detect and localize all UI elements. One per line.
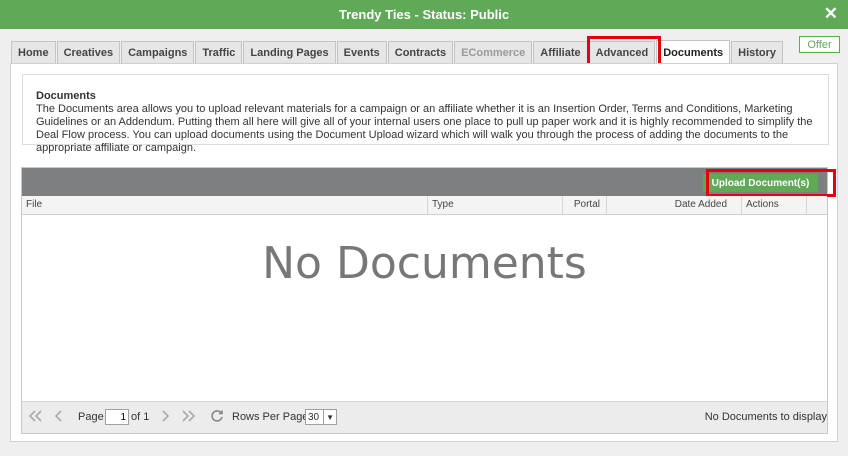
column-header-actions: Actions	[742, 196, 807, 214]
refresh-button[interactable]	[210, 402, 224, 432]
description-title: Documents	[36, 90, 96, 102]
tab-documents[interactable]: Documents	[656, 40, 731, 64]
column-header-file[interactable]: File	[22, 196, 428, 214]
tab-campaigns[interactable]: Campaigns	[121, 41, 195, 63]
rows-per-page-value: 30	[308, 411, 320, 423]
page-count-label: of 1	[131, 411, 150, 423]
grid-header: File Type Portal Date Added Actions	[22, 196, 827, 215]
last-page-button[interactable]	[180, 402, 196, 432]
tab-creatives[interactable]: Creatives	[56, 41, 121, 63]
first-page-button[interactable]	[28, 402, 44, 432]
prev-page-button[interactable]	[54, 402, 64, 432]
tab-home[interactable]: Home	[11, 41, 56, 63]
documents-grid: Upload Document(s) File Type Portal Date…	[21, 167, 836, 434]
tab-history[interactable]: History	[731, 41, 784, 63]
description-box: Documents The Documents area allows you …	[22, 74, 829, 154]
description-body: The Documents area allows you to upload …	[36, 103, 813, 154]
double-chevron-left-icon	[28, 409, 44, 425]
offer-badge: Offer	[799, 36, 840, 53]
rows-per-page-field[interactable]: 30 ▼	[305, 402, 338, 432]
page-label: Page	[78, 411, 104, 423]
upload-documents-button[interactable]: Upload Document(s)	[703, 174, 818, 192]
refresh-icon	[210, 409, 224, 426]
column-header-portal[interactable]: Portal	[563, 196, 607, 214]
next-page-button[interactable]	[160, 402, 170, 432]
tab-traffic[interactable]: Traffic	[195, 41, 243, 63]
tab-affiliate[interactable]: Affiliate	[533, 41, 588, 63]
column-header-date-added[interactable]: Date Added	[607, 196, 742, 214]
window-title: Trendy Ties - Status: Public	[338, 7, 510, 22]
tab-bar: Home Creatives Campaigns Traffic Landing…	[11, 40, 784, 64]
page-number-field[interactable]	[105, 402, 129, 432]
pager-status: No Documents to display	[704, 411, 827, 423]
chevron-left-icon	[54, 409, 64, 425]
empty-state-message: No Documents	[262, 238, 587, 289]
chevron-right-icon	[160, 409, 170, 425]
rows-per-page-select[interactable]: 30 ▼	[305, 409, 338, 425]
tab-advanced[interactable]: Advanced	[588, 41, 656, 63]
grid-pager: Page of 1 Rows Per Page:	[22, 401, 827, 433]
tab-events[interactable]: Events	[336, 41, 387, 63]
page-number-input[interactable]	[105, 409, 129, 425]
tab-contracts[interactable]: Contracts	[387, 41, 454, 63]
grid-toolbar: Upload Document(s)	[22, 168, 827, 196]
tab-landing-pages[interactable]: Landing Pages	[243, 41, 336, 63]
double-chevron-right-icon	[180, 409, 196, 425]
column-header-type[interactable]: Type	[428, 196, 563, 214]
tab-ecommerce: ECommerce	[454, 41, 533, 63]
documents-panel: Documents The Documents area allows you …	[10, 63, 838, 442]
rows-per-page-label: Rows Per Page:	[232, 411, 312, 423]
window-titlebar: Trendy Ties - Status: Public ✕	[0, 0, 848, 29]
caret-down-icon: ▼	[323, 410, 336, 424]
close-icon[interactable]: ✕	[824, 5, 838, 23]
